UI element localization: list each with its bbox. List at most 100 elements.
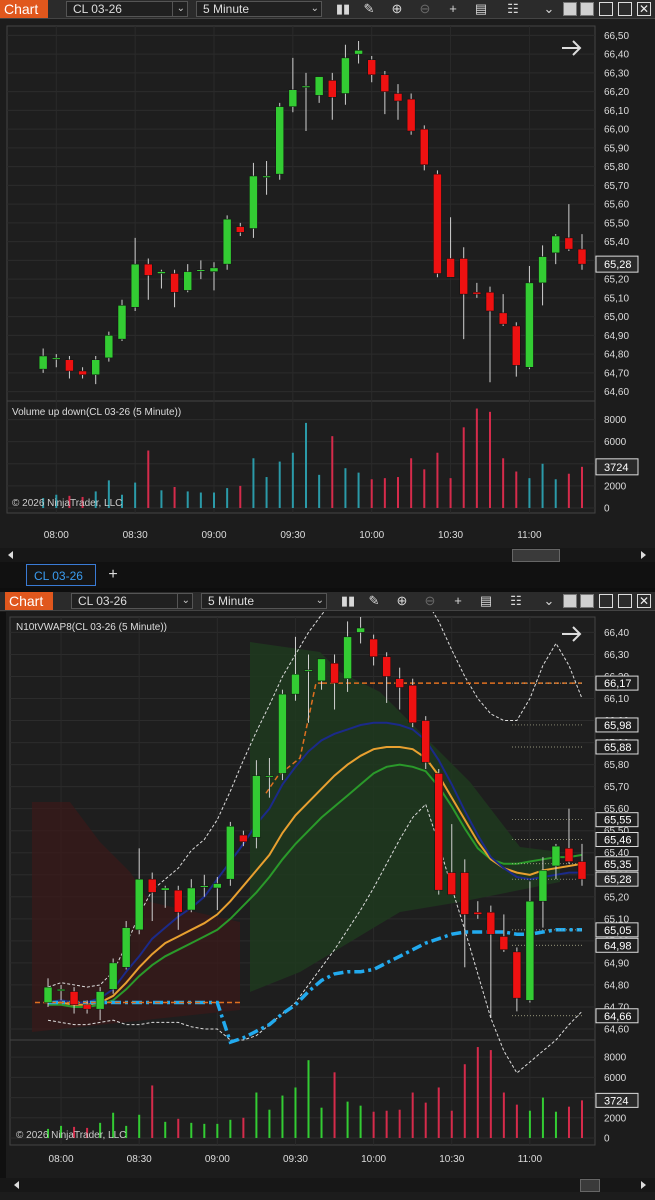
volume-bar: [398, 1109, 401, 1138]
volume-bar: [199, 492, 202, 508]
scroll-thumb[interactable]: [580, 1179, 600, 1192]
price-tick-label: 65,50: [604, 218, 629, 229]
menu-chevron-icon[interactable]: ⌄: [538, 592, 560, 610]
volume-bar: [528, 478, 531, 508]
chevron-down-icon[interactable]: ⌄: [182, 594, 190, 608]
chevron-down-icon[interactable]: ⌄: [311, 2, 319, 16]
chart-window-bottom: Chart CL 03-26 ⌄ 5 Minute ⌄ ▮▮ ✎ ⊕ ⊖ + ▤…: [0, 592, 655, 1200]
volume-bar: [216, 1123, 219, 1138]
volume-bar: [359, 1105, 362, 1138]
volume-bar: [294, 1087, 297, 1138]
candle-body: [577, 248, 587, 265]
price-tick-label: 64,70: [604, 368, 629, 379]
candle-body: [278, 693, 287, 774]
price-tick-label: 64,80: [604, 350, 629, 361]
draw-tool-icon[interactable]: ✎: [358, 0, 380, 18]
last-price-label: 65,28: [604, 259, 632, 271]
candle-body: [473, 911, 483, 915]
data-box-icon[interactable]: ▤: [475, 592, 497, 610]
time-tick-label: 08:30: [123, 530, 148, 541]
scroll-right-icon[interactable]: [641, 551, 646, 559]
candle-body: [222, 218, 232, 265]
price-tick-label: 66,00: [604, 125, 629, 136]
candle-body: [382, 656, 391, 677]
price-tick-label: 66,30: [604, 650, 629, 661]
volume-bar: [449, 478, 452, 508]
level-label: 65,55: [604, 815, 632, 827]
volume-bar: [567, 1106, 570, 1138]
horizontal-scrollbar[interactable]: [0, 1178, 655, 1192]
volume-bar: [410, 458, 413, 508]
properties-icon[interactable]: ☷: [505, 592, 527, 610]
volume-tick-label: 6000: [604, 1073, 627, 1084]
chevron-down-icon[interactable]: ⌄: [177, 2, 185, 16]
window-minimize-button[interactable]: [599, 2, 613, 16]
instrument-selector[interactable]: CL 03-26 ⌄: [66, 1, 188, 17]
level-label: 65,35: [604, 859, 632, 871]
candle-body: [512, 951, 522, 999]
zoom-out-icon[interactable]: ⊖: [414, 0, 436, 18]
volume-bar: [437, 1087, 440, 1138]
chart-brand-label[interactable]: Chart: [0, 0, 48, 18]
window-close-button[interactable]: ✕: [637, 2, 651, 16]
window-tile-button[interactable]: [580, 594, 594, 608]
volume-bar: [423, 469, 426, 508]
window-minimize-button[interactable]: [599, 594, 613, 608]
interval-selector[interactable]: 5 Minute ⌄: [201, 593, 327, 609]
price-chart-bottom[interactable]: 66,4066,3066,2066,1066,0065,9065,8065,70…: [0, 612, 655, 1184]
price-chart-top[interactable]: 66,50 66,40 66,30 66,20 66,10 66,00 65,90 65,80…: [0, 19, 655, 549]
candle-body: [52, 357, 61, 360]
zoom-out-icon[interactable]: ⊖: [419, 592, 441, 610]
window-maximize-button[interactable]: [618, 2, 632, 16]
draw-tool-icon[interactable]: ✎: [363, 592, 385, 610]
volume-bar: [229, 1119, 232, 1138]
tab-cl-03-26[interactable]: CL 03-26: [26, 564, 96, 586]
volume-bar: [160, 490, 163, 508]
scroll-left-icon[interactable]: [8, 551, 13, 559]
instrument-selector[interactable]: CL 03-26 ⌄: [71, 593, 193, 609]
window-min-button[interactable]: [563, 2, 577, 16]
properties-icon[interactable]: ☷: [502, 0, 524, 18]
scroll-thumb[interactable]: [512, 549, 560, 562]
scroll-left-icon[interactable]: [14, 1181, 19, 1189]
candle-body: [328, 80, 337, 98]
candle-body: [369, 638, 378, 657]
candle-body: [275, 106, 284, 175]
price-tick-label: 66,40: [604, 628, 629, 639]
price-tick-label: 65,40: [604, 237, 629, 248]
chevron-down-icon[interactable]: ⌄: [316, 594, 324, 608]
crosshair-icon[interactable]: +: [442, 0, 464, 18]
candle-body: [421, 720, 430, 763]
candle-body: [538, 870, 548, 902]
chart-brand-label[interactable]: Chart: [5, 592, 53, 610]
bar-type-icon[interactable]: ▮▮: [332, 0, 354, 18]
volume-bar: [242, 1117, 245, 1138]
scroll-right-icon[interactable]: [641, 1181, 646, 1189]
time-tick-label: 09:30: [283, 1154, 308, 1165]
volume-tick-label: 0: [604, 504, 610, 515]
window-maximize-button[interactable]: [618, 594, 632, 608]
candle-body: [314, 76, 324, 96]
volume-bar: [436, 452, 439, 508]
data-box-icon[interactable]: ▤: [470, 0, 492, 18]
volume-bar: [502, 458, 505, 508]
add-tab-button[interactable]: +: [104, 564, 122, 586]
volume-bar: [567, 473, 570, 508]
candle-body: [304, 669, 313, 672]
price-tick-label: 66,50: [604, 31, 629, 42]
zoom-in-icon[interactable]: ⊕: [391, 592, 413, 610]
interval-selector[interactable]: 5 Minute ⌄: [196, 1, 322, 17]
time-tick-label: 08:30: [127, 1154, 152, 1165]
copyright-label: © 2026 NinjaTrader, LLC: [12, 498, 122, 509]
horizontal-scrollbar[interactable]: [0, 548, 655, 562]
volume-bar: [462, 427, 465, 508]
window-close-button[interactable]: ✕: [637, 594, 651, 608]
menu-chevron-icon[interactable]: ⌄: [538, 0, 560, 18]
window-min-button[interactable]: [563, 594, 577, 608]
zoom-in-icon[interactable]: ⊕: [386, 0, 408, 18]
window-tile-button[interactable]: [580, 2, 594, 16]
bar-type-icon[interactable]: ▮▮: [337, 592, 359, 610]
crosshair-icon[interactable]: +: [447, 592, 469, 610]
tab-bar: CL 03-26 +: [0, 562, 655, 588]
interval-value: 5 Minute: [208, 594, 255, 608]
